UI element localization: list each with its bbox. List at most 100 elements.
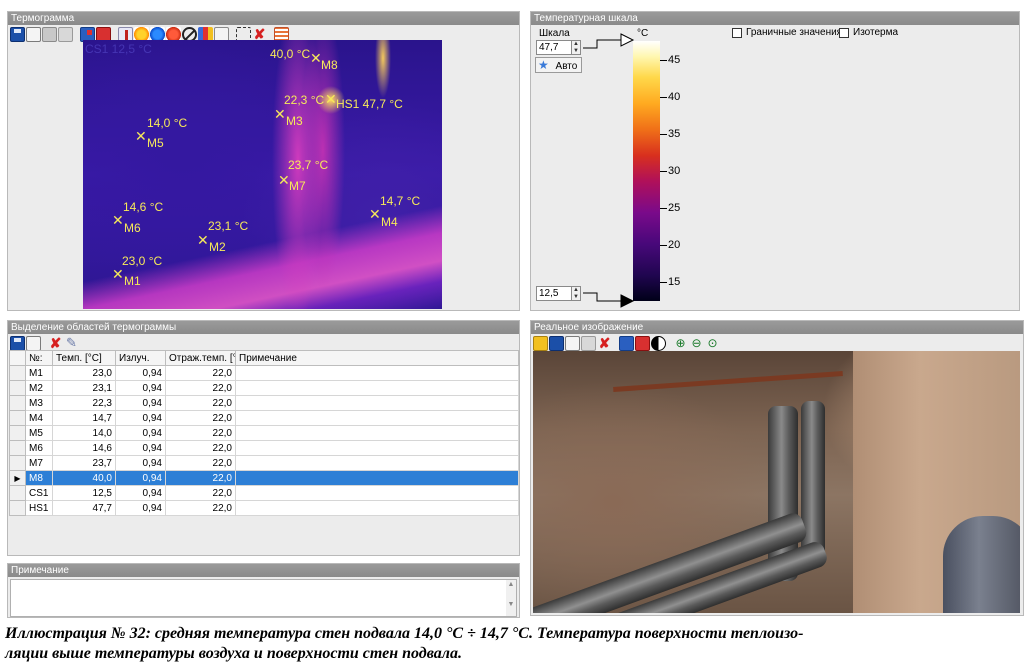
column-header-reflected-temp[interactable]: Отраж.темп. [°	[165, 350, 236, 366]
save-icon[interactable]	[10, 26, 25, 42]
marker-m8-cross-icon[interactable]: ✕	[310, 51, 322, 65]
cell-emissivity[interactable]: 0,94	[115, 425, 166, 441]
table-row[interactable]: M5 14,0 0,94 22,0	[9, 425, 519, 441]
cell-emissivity[interactable]: 0,94	[115, 470, 166, 486]
cell-note[interactable]	[235, 410, 519, 426]
cell-note[interactable]	[235, 500, 519, 516]
row-selector[interactable]	[9, 455, 26, 471]
real-photo[interactable]	[533, 351, 1020, 613]
table-row[interactable]: M6 14,6 0,94 22,0	[9, 440, 519, 456]
copy-icon[interactable]	[26, 26, 41, 42]
cell-id[interactable]: M4	[25, 410, 53, 426]
column-header-id[interactable]: №:	[25, 350, 53, 366]
cell-reflected-temp[interactable]: 22,0	[165, 470, 236, 486]
marker-m4-cross-icon[interactable]: ✕	[369, 207, 381, 221]
cell-reflected-temp[interactable]: 22,0	[165, 365, 236, 381]
row-selector[interactable]	[9, 425, 26, 441]
cell-note[interactable]	[235, 455, 519, 471]
marker-m3-cross-icon[interactable]: ✕	[274, 107, 286, 121]
print-icon[interactable]	[58, 26, 73, 42]
cell-reflected-temp[interactable]: 22,0	[165, 485, 236, 501]
note-textarea[interactable]	[10, 579, 517, 617]
marker-m7-cross-icon[interactable]: ✕	[278, 173, 290, 187]
table-row[interactable]: M3 22,3 0,94 22,0	[9, 395, 519, 411]
table-row[interactable]: CS1 12,5 0,94 22,0	[9, 485, 519, 501]
column-header-emissivity[interactable]: Излуч.	[115, 350, 166, 366]
row-selector[interactable]: ▶	[9, 470, 26, 486]
boundary-values-checkbox[interactable]	[732, 28, 742, 38]
save-icon[interactable]	[549, 335, 564, 351]
cell-id[interactable]: M7	[25, 455, 53, 471]
cell-emissivity[interactable]: 0,94	[115, 365, 166, 381]
color-scale-bar[interactable]	[633, 41, 660, 301]
thermogram-image[interactable]: CS1 12,5 °C 40,0 °C ✕ M8 22,3 °C ✕ HS1 4…	[83, 40, 442, 309]
row-selector[interactable]	[9, 500, 26, 516]
cell-emissivity[interactable]: 0,94	[115, 455, 166, 471]
cell-id[interactable]: M2	[25, 380, 53, 396]
row-selector[interactable]	[9, 395, 26, 411]
contrast-icon[interactable]	[651, 335, 666, 351]
marker-m5-cross-icon[interactable]: ✕	[135, 129, 147, 143]
cell-temp[interactable]: 12,5	[52, 485, 116, 501]
auto-button[interactable]: ★ Авто	[535, 57, 582, 73]
row-selector[interactable]	[9, 440, 26, 456]
cell-id[interactable]: M6	[25, 440, 53, 456]
cell-id[interactable]: M8	[25, 470, 53, 486]
cell-note[interactable]	[235, 470, 519, 486]
cell-id[interactable]: M3	[25, 395, 53, 411]
cell-reflected-temp[interactable]: 22,0	[165, 440, 236, 456]
save-icon[interactable]	[10, 335, 25, 351]
delete-image-icon[interactable]: ✘	[597, 336, 612, 351]
column-header-temp[interactable]: Темп. [°C]	[52, 350, 116, 366]
cell-temp[interactable]: 14,7	[52, 410, 116, 426]
copy-icon[interactable]	[26, 335, 41, 351]
delete-icon[interactable]: ✘	[48, 336, 63, 351]
hotspot-hs1-cross-icon[interactable]: ✕	[325, 92, 337, 106]
note-scrollbar[interactable]: ▲ ▼	[506, 580, 516, 616]
cell-id[interactable]: M5	[25, 425, 53, 441]
cell-temp[interactable]: 23,7	[52, 455, 116, 471]
marker-m6-cross-icon[interactable]: ✕	[112, 213, 124, 227]
flip-icon[interactable]	[619, 335, 634, 351]
cell-note[interactable]	[235, 425, 519, 441]
scale-min-stepper[interactable]: ▲ ▼	[571, 286, 581, 301]
zoom-in-icon[interactable]: ⊕	[673, 336, 688, 351]
table-row[interactable]: HS1 47,7 0,94 22,0	[9, 500, 519, 516]
cell-emissivity[interactable]: 0,94	[115, 380, 166, 396]
cell-id[interactable]: HS1	[25, 500, 53, 516]
cell-emissivity[interactable]: 0,94	[115, 485, 166, 501]
open-image-icon[interactable]	[533, 335, 548, 351]
cell-reflected-temp[interactable]: 22,0	[165, 395, 236, 411]
isotherm-checkbox[interactable]	[839, 28, 849, 38]
export-icon[interactable]	[42, 26, 57, 42]
row-selector[interactable]	[9, 365, 26, 381]
cell-temp[interactable]: 14,6	[52, 440, 116, 456]
table-row[interactable]: ▶ M8 40,0 0,94 22,0	[9, 470, 519, 486]
row-selector[interactable]	[9, 380, 26, 396]
rotate-icon[interactable]	[635, 335, 650, 351]
cell-note[interactable]	[235, 380, 519, 396]
scale-max-input[interactable]	[536, 40, 572, 55]
edit-icon[interactable]: ✎	[64, 335, 79, 351]
cell-temp[interactable]: 47,7	[52, 500, 116, 516]
cell-reflected-temp[interactable]: 22,0	[165, 455, 236, 471]
cell-reflected-temp[interactable]: 22,0	[165, 500, 236, 516]
scale-min-input[interactable]	[536, 286, 572, 301]
zoom-out-icon[interactable]: ⊖	[689, 336, 704, 351]
cell-id[interactable]: M1	[25, 365, 53, 381]
cell-id[interactable]: CS1	[25, 485, 53, 501]
copy-icon[interactable]	[565, 335, 580, 351]
marker-m1-cross-icon[interactable]: ✕	[112, 267, 124, 281]
row-selector[interactable]	[9, 410, 26, 426]
cell-reflected-temp[interactable]: 22,0	[165, 425, 236, 441]
cell-emissivity[interactable]: 0,94	[115, 410, 166, 426]
table-row[interactable]: M4 14,7 0,94 22,0	[9, 410, 519, 426]
cell-note[interactable]	[235, 395, 519, 411]
cell-temp[interactable]: 23,1	[52, 380, 116, 396]
marker-m2-cross-icon[interactable]: ✕	[197, 233, 209, 247]
table-row[interactable]: M2 23,1 0,94 22,0	[9, 380, 519, 396]
zoom-fit-icon[interactable]: ⊙	[705, 336, 720, 351]
column-header-note[interactable]: Примечание	[235, 350, 519, 366]
cell-emissivity[interactable]: 0,94	[115, 395, 166, 411]
table-row[interactable]: M7 23,7 0,94 22,0	[9, 455, 519, 471]
